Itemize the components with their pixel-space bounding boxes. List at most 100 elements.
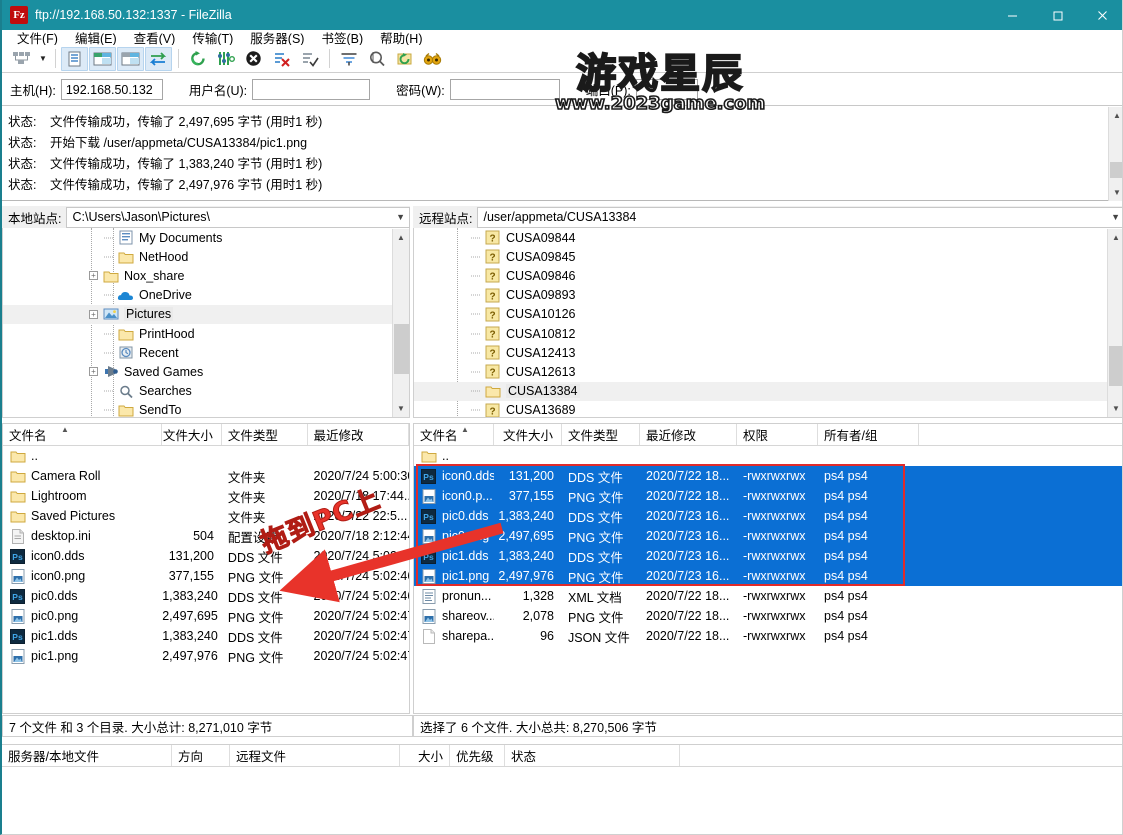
local-tree-item[interactable]: My Documents <box>3 228 392 247</box>
table-row[interactable]: pic0.png2,497,695PNG 文件2020/7/23 16...-r… <box>414 526 1123 546</box>
expand-node-icon[interactable]: + <box>89 310 98 319</box>
table-row[interactable]: sharepa...96JSON 文件2020/7/22 18...-rwxrw… <box>414 626 1123 646</box>
scroll-up-icon[interactable]: ▲ <box>1109 107 1123 124</box>
table-row[interactable]: Camera Roll文件夹2020/7/24 5:00:30 <box>3 466 409 486</box>
local-file-list[interactable]: 文件名 ▲ 文件大小 文件类型 最近修改 ..Camera Roll文件夹202… <box>2 423 410 714</box>
toggle-message-log-icon[interactable] <box>61 47 88 71</box>
username-input[interactable] <box>252 79 370 100</box>
remote-tree-item[interactable]: ?CUSA09893 <box>414 286 1107 305</box>
table-row[interactable]: Psicon0.dds131,200DDS 文件2020/7/22 18...-… <box>414 466 1123 486</box>
local-tree-item[interactable]: Searches <box>3 382 392 401</box>
table-row[interactable]: Pspic0.dds1,383,240DDS 文件2020/7/24 5:02:… <box>3 586 409 606</box>
scroll-down-icon[interactable]: ▼ <box>393 400 410 417</box>
table-row[interactable]: pronun...1,328XML 文档2020/7/22 18...-rwxr… <box>414 586 1123 606</box>
scroll-track[interactable] <box>393 246 410 400</box>
local-directory-tree[interactable]: My DocumentsNetHood+Nox_shareOneDrive+Pi… <box>2 228 410 418</box>
scroll-track[interactable] <box>1109 124 1123 184</box>
remote-site-path-combo[interactable]: /user/appmeta/CUSA13384 ▼ <box>477 207 1123 228</box>
local-tree-item[interactable]: +Nox_share <box>3 266 392 285</box>
table-row[interactable]: desktop.ini504配置设置2020/7/18 2:12:44 <box>3 526 409 546</box>
table-row[interactable]: icon0.p...377,155PNG 文件2020/7/22 18...-r… <box>414 486 1123 506</box>
column-header-modified[interactable]: 最近修改 <box>308 424 410 445</box>
column-header-modified[interactable]: 最近修改 <box>640 424 737 445</box>
local-tree-item[interactable]: Recent <box>3 343 392 362</box>
scroll-down-icon[interactable]: ▼ <box>1109 184 1123 201</box>
local-tree-item[interactable]: NetHood <box>3 247 392 266</box>
column-header-filename[interactable]: 文件名 ▲ <box>3 424 162 445</box>
toggle-transfer-queue-icon[interactable] <box>145 47 172 71</box>
remote-tree-item[interactable]: ?CUSA10812 <box>414 324 1107 343</box>
table-row[interactable]: Pspic1.dds1,383,240DDS 文件2020/7/23 16...… <box>414 546 1123 566</box>
local-tree-scrollbar[interactable]: ▲ ▼ <box>392 229 409 417</box>
table-row[interactable]: pic1.png2,497,976PNG 文件2020/7/24 5:02:47 <box>3 646 409 666</box>
local-site-path-combo[interactable]: C:\Users\Jason\Pictures\ ▼ <box>66 207 410 228</box>
message-log-scrollbar[interactable]: ▲ ▼ <box>1108 107 1123 201</box>
table-row[interactable]: .. <box>414 446 1123 466</box>
column-header-direction[interactable]: 方向 <box>172 745 230 766</box>
scroll-thumb[interactable] <box>1109 346 1123 386</box>
local-tree-item[interactable]: +Saved Games <box>3 362 392 381</box>
reconnect-icon[interactable] <box>296 47 323 71</box>
synchronized-browsing-icon[interactable] <box>391 47 418 71</box>
close-icon[interactable] <box>1080 0 1123 30</box>
local-tree-item[interactable]: OneDrive <box>3 286 392 305</box>
scroll-down-icon[interactable]: ▼ <box>1108 400 1123 417</box>
scroll-track[interactable] <box>1108 246 1123 400</box>
cancel-operation-icon[interactable] <box>240 47 267 71</box>
maximize-icon[interactable] <box>1035 0 1080 30</box>
filter-icon[interactable] <box>335 47 362 71</box>
local-tree-item[interactable]: SendTo <box>3 401 392 417</box>
find-files-icon[interactable] <box>419 47 446 71</box>
scroll-thumb[interactable] <box>1110 162 1123 178</box>
table-row[interactable]: icon0.png377,155PNG 文件2020/7/24 5:02:46 <box>3 566 409 586</box>
remote-tree-item[interactable]: ?CUSA09845 <box>414 247 1107 266</box>
local-tree-item[interactable]: +Pictures <box>3 305 392 324</box>
remote-tree-item[interactable]: ?CUSA12413 <box>414 343 1107 362</box>
column-header-status[interactable]: 状态 <box>505 745 680 766</box>
column-header-filename[interactable]: 文件名 ▲ <box>414 424 494 445</box>
column-header-size[interactable]: 大小 <box>400 745 450 766</box>
table-row[interactable]: .. <box>3 446 409 466</box>
table-row[interactable]: pic0.png2,497,695PNG 文件2020/7/24 5:02:47 <box>3 606 409 626</box>
local-tree-item[interactable]: PrintHood <box>3 324 392 343</box>
minimize-icon[interactable] <box>990 0 1035 30</box>
column-header-server-local-file[interactable]: 服务器/本地文件 <box>2 745 172 766</box>
port-input[interactable] <box>636 79 698 100</box>
table-row[interactable]: pic1.png2,497,976PNG 文件2020/7/23 16...-r… <box>414 566 1123 586</box>
remote-directory-tree[interactable]: ?CUSA09844?CUSA09845?CUSA09846?CUSA09893… <box>413 228 1123 418</box>
table-row[interactable]: Pspic0.dds1,383,240DDS 文件2020/7/23 16...… <box>414 506 1123 526</box>
toggle-local-tree-icon[interactable] <box>89 47 116 71</box>
chevron-down-icon[interactable]: ▼ <box>1111 208 1120 227</box>
remote-tree-item[interactable]: ?CUSA13689 <box>414 401 1107 417</box>
remote-file-list[interactable]: 文件名 ▲ 文件大小 文件类型 最近修改 权限 所有者/组 ..Psicon0.… <box>413 423 1123 714</box>
table-row[interactable]: Pspic1.dds1,383,240DDS 文件2020/7/24 5:02:… <box>3 626 409 646</box>
transfer-queue[interactable]: 服务器/本地文件 方向 远程文件 大小 优先级 状态 <box>2 744 1123 835</box>
expand-node-icon[interactable]: + <box>89 367 98 376</box>
remote-tree-item[interactable]: ?CUSA12613 <box>414 362 1107 381</box>
column-header-filetype[interactable]: 文件类型 <box>562 424 640 445</box>
host-input[interactable] <box>61 79 163 100</box>
password-input[interactable] <box>450 79 560 100</box>
compare-directories-icon[interactable] <box>363 47 390 71</box>
site-manager-dropdown-icon[interactable]: ▼ <box>36 47 50 71</box>
table-row[interactable]: Psicon0.dds131,200DDS 文件2020/7/24 5:02:4… <box>3 546 409 566</box>
scroll-up-icon[interactable]: ▲ <box>393 229 410 246</box>
column-header-priority[interactable]: 优先级 <box>450 745 505 766</box>
scroll-thumb[interactable] <box>394 324 409 374</box>
refresh-icon[interactable] <box>184 47 211 71</box>
column-header-filesize[interactable]: 文件大小 <box>494 424 562 445</box>
site-manager-icon[interactable] <box>8 47 35 71</box>
remote-tree-item[interactable]: ?CUSA10126 <box>414 305 1107 324</box>
remote-tree-scrollbar[interactable]: ▲ ▼ <box>1107 229 1123 417</box>
disconnect-icon[interactable] <box>268 47 295 71</box>
remote-tree-item[interactable]: ?CUSA09844 <box>414 228 1107 247</box>
chevron-down-icon[interactable]: ▼ <box>396 208 405 227</box>
column-header-remote-file[interactable]: 远程文件 <box>230 745 400 766</box>
scroll-up-icon[interactable]: ▲ <box>1108 229 1123 246</box>
column-header-filesize[interactable]: 文件大小 <box>162 424 222 445</box>
remote-tree-item[interactable]: CUSA13384 <box>414 382 1107 401</box>
expand-node-icon[interactable]: + <box>89 271 98 280</box>
column-header-filetype[interactable]: 文件类型 <box>222 424 308 445</box>
process-queue-icon[interactable] <box>212 47 239 71</box>
column-header-owner-group[interactable]: 所有者/组 <box>818 424 919 445</box>
